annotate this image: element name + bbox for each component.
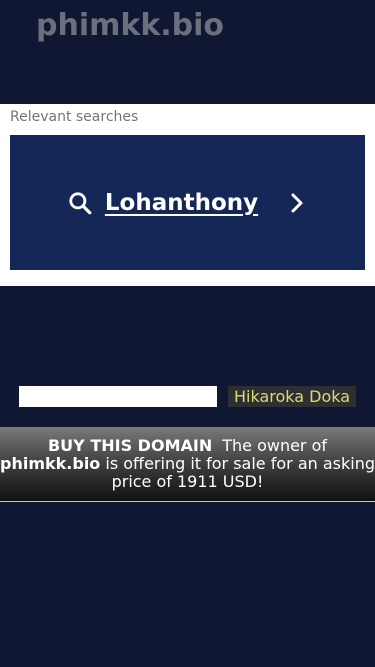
relevant-searches-label: Relevant searches <box>10 109 139 125</box>
keyword-link-hikaroka-doka[interactable]: Hikaroka Doka <box>228 386 357 407</box>
search-icon <box>67 190 93 216</box>
site-title[interactable]: phimkk.bio <box>36 8 224 43</box>
banner-divider <box>0 501 375 502</box>
sale-domain-name: phimkk.bio <box>0 454 101 473</box>
keyword-input[interactable] <box>19 386 217 407</box>
domain-sale-banner[interactable]: BUY THIS DOMAIN The owner of phimkk.bio i… <box>0 427 375 501</box>
relevant-searches-panel: Relevant searches Lohanthony <box>0 104 375 286</box>
header: phimkk.bio <box>0 0 375 104</box>
sale-text-prefix: The owner of <box>222 436 328 455</box>
keyword-area: Hikaroka Doka <box>0 286 375 426</box>
search-result-card-lohanthony[interactable]: Lohanthony <box>10 135 365 270</box>
chevron-right-icon <box>286 190 308 216</box>
sale-price: 1911 USD! <box>177 472 264 491</box>
search-result-label[interactable]: Lohanthony <box>105 190 258 216</box>
buy-domain-label[interactable]: BUY THIS DOMAIN <box>48 436 212 455</box>
